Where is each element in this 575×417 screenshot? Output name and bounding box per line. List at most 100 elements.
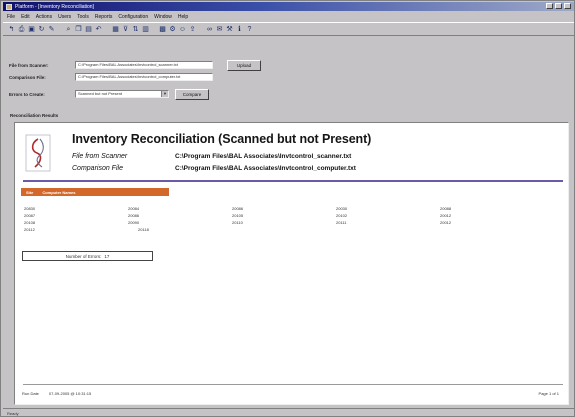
user-icon[interactable]: ☺ [179, 25, 186, 34]
menu-help[interactable]: Help [178, 14, 188, 20]
results-section-label: Reconciliation Results [10, 113, 59, 118]
window-controls [546, 3, 571, 9]
menu-bar: File Edit Actions Users Tools Reports Co… [3, 12, 574, 21]
menu-reports[interactable]: Reports [95, 14, 113, 20]
compare-button[interactable]: Compare [175, 88, 209, 100]
menu-configuration[interactable]: Configuration [118, 14, 148, 20]
table-cell: 20111 [336, 220, 347, 225]
status-bar: Ready [3, 408, 574, 417]
report-scanner-file-value: C:\Program Files\BAL Associates\Invtcont… [175, 153, 352, 160]
chevron-down-icon[interactable]: ▼ [161, 91, 168, 97]
table-cell: 20086 [232, 206, 244, 211]
errors-to-create-label: Errors to Create: [9, 91, 45, 97]
close-button[interactable] [564, 3, 571, 9]
window-title: Platform - [Inventory Reconciliation] [15, 3, 94, 10]
report-comparison-file-value: C:\Program Files\BAL Associates\Invtcont… [175, 165, 356, 172]
report-scanner-file-label: File from Scanner [72, 153, 128, 160]
minimize-button[interactable] [546, 3, 553, 9]
chart-icon[interactable]: ▥ [142, 25, 149, 34]
table-cell: 20088 [440, 206, 452, 211]
copy-icon[interactable]: ❐ [75, 25, 82, 34]
toolbar-separator [105, 25, 109, 34]
error-count-value: 17 [104, 253, 110, 259]
arrow-left-icon[interactable]: ↰ [8, 25, 15, 34]
table-row: 20108 20090 20110 20111 20012 [24, 219, 544, 226]
run-date-label: Run Date [22, 391, 39, 396]
menu-actions[interactable]: Actions [36, 14, 52, 20]
report-comparison-file-label: Comparison File [72, 165, 123, 172]
errors-to-create-select[interactable]: Scanned but not Present ▼ [75, 90, 169, 98]
help-icon[interactable]: ? [246, 25, 253, 34]
error-count-label: Number of Errors: [65, 253, 102, 259]
comparison-file-label: Comparison File: [9, 74, 46, 80]
save-icon[interactable]: ▣ [28, 25, 35, 34]
mail-icon[interactable]: ✉ [216, 25, 223, 34]
toolbar: ↰ ⎙ ▣ ↻ ✎ ⌕ ❐ ▤ ↶ ▦ ⊽ ⇅ ▥ ▩ ⚙ ☺ ⇪ ∞ ✉ ⚒ … [3, 22, 574, 36]
table-row: 20830 20084 20086 20030 20088 [24, 205, 544, 212]
grid-icon[interactable]: ▩ [159, 25, 166, 34]
report-divider [23, 180, 563, 182]
title-bar: Platform - [Inventory Reconciliation] [3, 2, 574, 11]
filter-icon[interactable]: ⊽ [122, 25, 129, 34]
reconciliation-form: File from Scanner: C:\Program Files\BAL … [3, 41, 574, 106]
scanner-file-input[interactable]: C:\Program Files\BAL Associates\Invtcont… [75, 61, 213, 69]
toolbar-separator [199, 25, 203, 34]
refresh-icon[interactable]: ↻ [38, 25, 45, 34]
settings-icon[interactable]: ⚙ [169, 25, 176, 34]
menu-window[interactable]: Window [154, 14, 172, 20]
comparison-file-row: Comparison File: C:\Program Files\BAL As… [9, 72, 213, 82]
group-header: Site Computer Names [21, 188, 169, 196]
app-window: Platform - [Inventory Reconciliation] Fi… [0, 0, 575, 417]
table-cell: 20012 [440, 213, 452, 218]
errors-to-create-value: Scanned but not Present [78, 91, 123, 96]
toolbar-separator [152, 25, 156, 34]
menu-users[interactable]: Users [58, 14, 71, 20]
table-icon[interactable]: ▦ [112, 25, 119, 34]
errors-to-create-row: Errors to Create: Scanned but not Presen… [9, 88, 209, 100]
report-scanner-file: File from Scanner C:\Program Files\BAL A… [72, 153, 351, 163]
menu-edit[interactable]: Edit [21, 14, 30, 20]
tools-icon[interactable]: ⚒ [226, 25, 233, 34]
table-cell: 20105 [232, 213, 244, 218]
comparison-file-input[interactable]: C:\Program Files\BAL Associates\Invtcont… [75, 73, 213, 81]
report-title: Inventory Reconciliation (Scanned but no… [72, 132, 372, 146]
table-cell: 20102 [336, 213, 348, 218]
table-row: 20087 20086 20105 20102 20012 [24, 212, 544, 219]
find-icon[interactable]: ⌕ [65, 25, 72, 34]
computer-names-grid: 20830 20084 20086 20030 20088 20087 2008… [24, 205, 544, 233]
export-icon[interactable]: ⇪ [189, 25, 196, 34]
error-count-box: Number of Errors: 17 [22, 251, 153, 261]
report-comparison-file: Comparison File C:\Program Files\BAL Ass… [72, 165, 356, 175]
upload-button[interactable]: Upload [227, 59, 261, 71]
print-icon[interactable]: ⎙ [18, 25, 25, 34]
table-cell: 20087 [24, 213, 36, 218]
info-icon[interactable]: ℹ [236, 25, 243, 34]
menu-file[interactable]: File [7, 14, 15, 20]
edit-icon[interactable]: ✎ [48, 25, 55, 34]
footer-divider [23, 384, 563, 385]
menu-tools[interactable]: Tools [77, 14, 89, 20]
scanner-file-label: File from Scanner: [9, 62, 49, 68]
paste-icon[interactable]: ▤ [85, 25, 92, 34]
table-cell: 20112 [24, 227, 35, 232]
scanner-file-row: File from Scanner: C:\Program Files\BAL … [9, 59, 261, 71]
status-text: Ready [7, 410, 19, 416]
undo-icon[interactable]: ↶ [95, 25, 102, 34]
table-cell: 20030 [336, 206, 348, 211]
table-cell: 20118 [138, 227, 149, 232]
link-icon[interactable]: ∞ [206, 25, 213, 34]
table-cell: 20830 [24, 206, 36, 211]
table-cell: 20108 [24, 220, 36, 225]
table-cell: 20084 [128, 206, 140, 211]
table-cell: 20012 [440, 220, 452, 225]
app-icon [6, 3, 12, 10]
maximize-button[interactable] [555, 3, 562, 9]
report-footer-left: Run Date 07-09-2005 @ 10:31:15 [22, 391, 91, 396]
table-cell: 20086 [128, 213, 140, 218]
table-cell: 20110 [232, 220, 243, 225]
page-number: Page 1 of 1 [538, 391, 559, 396]
run-date-value: 07-09-2005 @ 10:31:15 [48, 391, 92, 396]
sort-icon[interactable]: ⇅ [132, 25, 139, 34]
table-row: 20112 20118 [24, 226, 544, 233]
table-cell: 20090 [128, 220, 140, 225]
